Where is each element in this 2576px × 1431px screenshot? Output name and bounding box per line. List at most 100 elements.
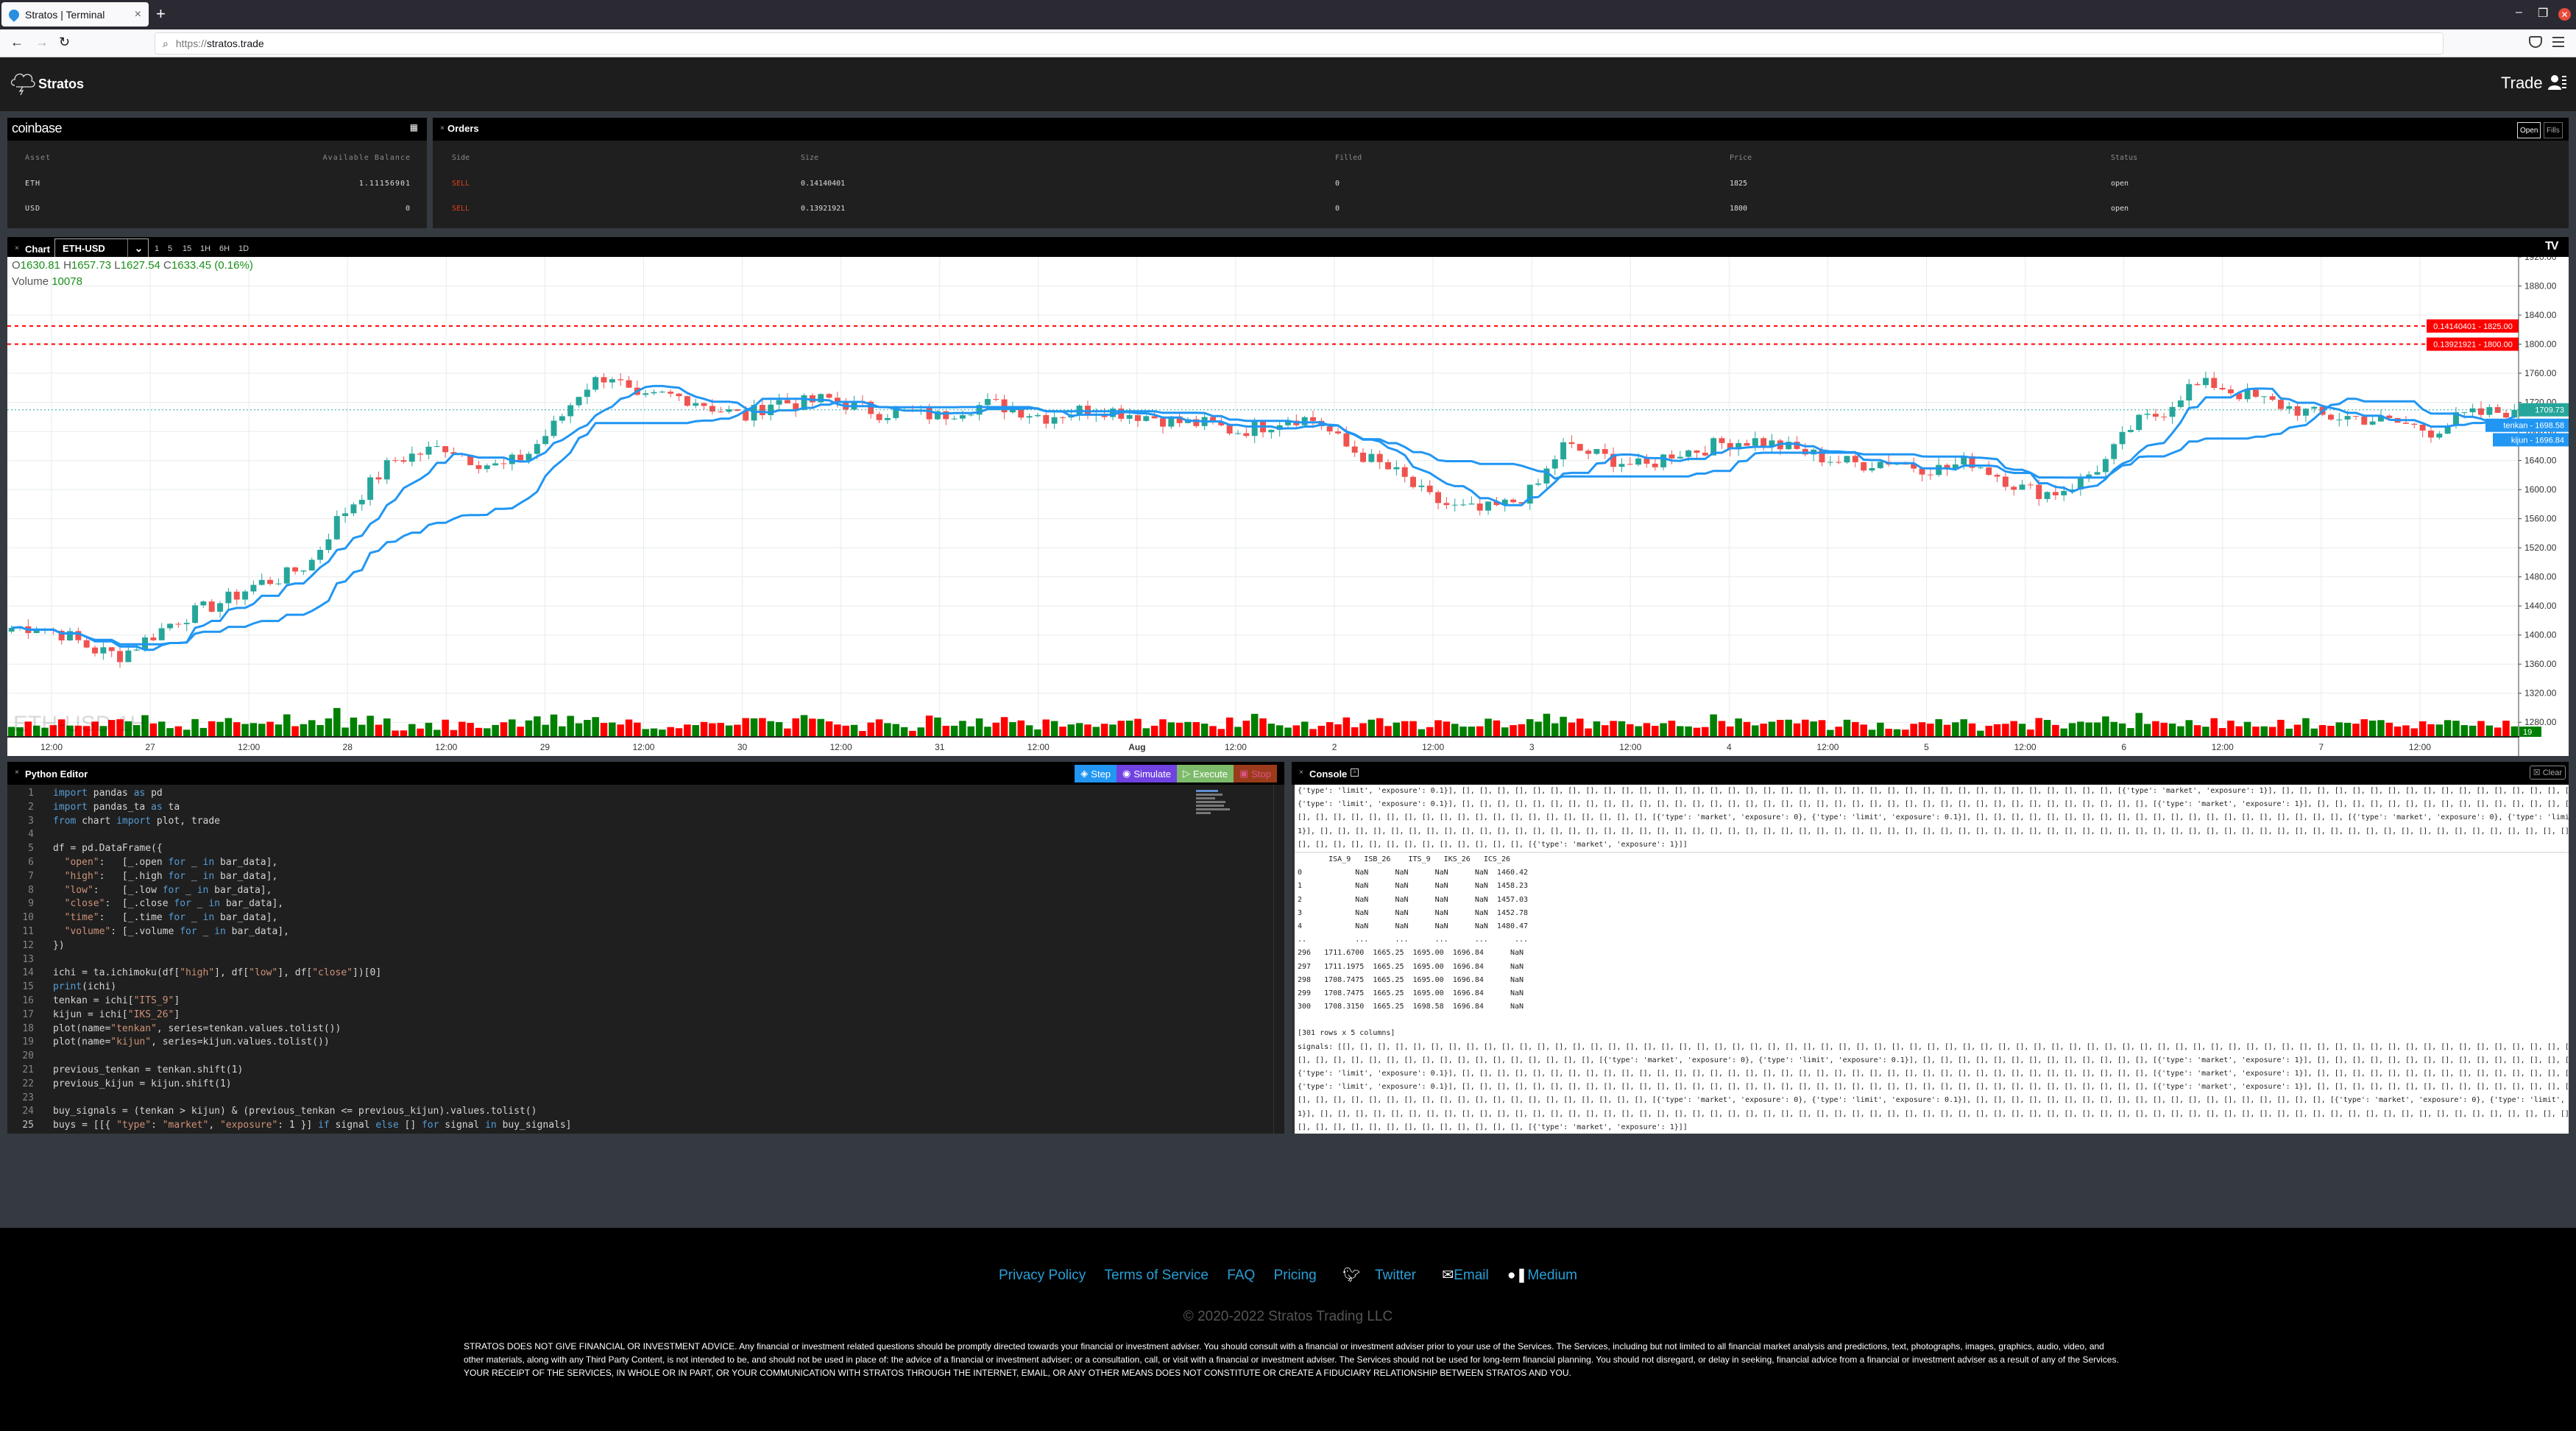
code-line[interactable]: 9 "close": [_.close for _ in bar_data],: [7, 897, 1259, 911]
menu-icon[interactable]: [2552, 37, 2564, 50]
y-tick-label: 1560.00: [2524, 514, 2557, 524]
line-number: 14: [22, 967, 34, 979]
forward-icon[interactable]: →: [35, 35, 49, 50]
terms-of-service-link[interactable]: Terms of Service: [1105, 1268, 1209, 1283]
reload-icon[interactable]: ↻: [59, 35, 70, 50]
brand-name[interactable]: Stratos: [38, 77, 84, 92]
grid-icon[interactable]: ▦: [410, 122, 418, 132]
clear-console-button[interactable]: ☒ Clear: [2529, 766, 2566, 780]
close-tab-icon[interactable]: ×: [135, 8, 141, 21]
code-line[interactable]: 4: [7, 828, 1259, 842]
code-line[interactable]: 5 df = pd.DataFrame({: [7, 842, 1259, 856]
code-editor[interactable]: 1 import pandas as pd 2 import pandas_ta as…: [7, 785, 1259, 1134]
minimize-icon[interactable]: –: [2516, 6, 2522, 19]
code-line[interactable]: 17 kijun = ichi["IKS_26"]: [7, 1008, 1259, 1022]
editor-minimap[interactable]: [1196, 790, 1233, 827]
pocket-icon[interactable]: [2529, 36, 2542, 48]
volume-bar: [325, 718, 333, 737]
console-output[interactable]: {'type': 'limit', 'exposure': 0.1}], [],…: [1292, 785, 2569, 1134]
volume-bar: [1367, 719, 1376, 737]
y-tick-label: 1920.00: [2524, 257, 2557, 262]
price-chart[interactable]: 12:00 27 12:00 28 12:00 29 12:00 30 12:00 31 12:00…: [7, 257, 2569, 756]
pricing-link[interactable]: Pricing: [1274, 1268, 1317, 1283]
code-line[interactable]: 10 "time": [_.time for _ in bar_data],: [7, 911, 1259, 925]
line-number: 3: [28, 815, 34, 827]
code-line[interactable]: 11 "volume": [_.volume for _ in bar_data…: [7, 925, 1259, 939]
back-icon[interactable]: ←: [10, 35, 24, 50]
volume-bar: [1468, 727, 1476, 737]
candle-body: [2294, 406, 2301, 416]
volume-bar: [2435, 724, 2444, 737]
code-line[interactable]: 25 buys = [[{ "type": "market", "exposure…: [7, 1119, 1259, 1133]
tradingview-logo-icon[interactable]: TV: [2545, 240, 2559, 253]
code-line[interactable]: 7 "high": [_.high for _ in bar_data],: [7, 870, 1259, 884]
twitter-link[interactable]: 🐦︎ Twitter: [1335, 1268, 1423, 1283]
code-line[interactable]: 12}): [7, 939, 1259, 953]
volume-bar: [291, 726, 299, 737]
chart-header: × Chart ETH-USD ⌄ 1 5 15 1H 6H 1D TV: [7, 237, 2569, 258]
layers-icon: ◈: [1080, 768, 1089, 779]
code-line[interactable]: 20: [7, 1050, 1259, 1064]
user-list-icon[interactable]: [2548, 74, 2567, 91]
candle-body: [534, 444, 540, 454]
privacy-policy-link[interactable]: Privacy Policy: [999, 1268, 1086, 1283]
x-tick-label: 12:00: [40, 742, 63, 752]
code-line[interactable]: 13: [7, 953, 1259, 967]
code-line[interactable]: 1 import pandas as pd: [7, 787, 1259, 801]
new-tab-button[interactable]: +: [156, 4, 166, 24]
code-line[interactable]: 14 ichi = ta.ichimoku(df["high"], df["low…: [7, 967, 1259, 981]
timeframe-5m[interactable]: 5: [168, 244, 172, 253]
column-header-side: Side: [452, 154, 470, 162]
code-line[interactable]: 24 buy_signals = (tenkan > kijun) & (prev…: [7, 1105, 1259, 1119]
code-line[interactable]: 16 tenkan = ichi["ITS_9"]: [7, 994, 1259, 1008]
restore-icon[interactable]: ❐: [2538, 6, 2548, 21]
console-line: [], [], [], [], [], [], [], [], [], [], …: [1298, 1123, 1688, 1131]
candle-body: [1986, 467, 1992, 476]
code-line[interactable]: 8 "low": [_.low for _ in bar_data],: [7, 884, 1259, 898]
volume-bar: [909, 730, 916, 737]
symbol-select[interactable]: ETH-USD ⌄: [54, 239, 149, 258]
stop-button[interactable]: ▣ Stop: [1233, 765, 1277, 782]
faq-link[interactable]: FAQ: [1227, 1268, 1255, 1283]
timeframe-1h[interactable]: 1H: [200, 244, 210, 253]
timeframe-6h[interactable]: 6H: [219, 244, 230, 253]
fills-tab[interactable]: Fills: [2544, 122, 2563, 138]
close-panel-icon[interactable]: ×: [1299, 768, 1303, 777]
open-orders-tab[interactable]: Open: [2517, 122, 2541, 138]
simulate-button[interactable]: ◉ Simulate: [1117, 765, 1177, 782]
close-panel-icon[interactable]: ×: [15, 768, 19, 777]
step-label: Step: [1091, 768, 1111, 780]
candle-body: [250, 584, 257, 592]
candle-body: [200, 601, 207, 606]
code-line[interactable]: 19 plot(name="kijun", series=kijun.values…: [7, 1036, 1259, 1050]
code-line[interactable]: 3 from chart import plot, trade: [7, 815, 1259, 829]
code-line[interactable]: 15 print(ichi): [7, 981, 1259, 994]
app-header: Stratos Trade: [0, 57, 2576, 111]
code-line[interactable]: 23: [7, 1092, 1259, 1106]
code-line[interactable]: 18 plot(name="tenkan", series=tenkan.valu…: [7, 1022, 1259, 1036]
email-link[interactable]: ✉Email: [1442, 1268, 1488, 1283]
volume-bar: [283, 714, 291, 737]
code-line[interactable]: 21 previous_tenkan = tenkan.shift(1): [7, 1064, 1259, 1078]
candle-body: [375, 477, 382, 480]
medium-link[interactable]: ●❚Medium: [1507, 1268, 1577, 1283]
execute-button[interactable]: ▷ Execute: [1176, 765, 1234, 782]
timeframe-1d[interactable]: 1D: [238, 244, 249, 253]
volume-bar: [959, 721, 966, 737]
chevron-down-icon[interactable]: ⌄: [127, 239, 149, 258]
address-bar[interactable]: ⌕ https://stratos.trade: [155, 32, 2444, 54]
code-line[interactable]: 2 import pandas_ta as ta: [7, 801, 1259, 815]
close-panel-icon[interactable]: ×: [440, 124, 445, 132]
code-line[interactable]: 22 previous_kijun = kijun.shift(1): [7, 1078, 1259, 1092]
code-line[interactable]: 6 "open": [_.open for _ in bar_data],: [7, 856, 1259, 870]
timeframe-1m[interactable]: 1: [155, 244, 159, 253]
nav-trade-link[interactable]: Trade: [2501, 74, 2543, 93]
timeframe-15m[interactable]: 15: [183, 244, 191, 253]
volume-bar: [1275, 725, 1284, 737]
editor-scrollbar[interactable]: [1273, 785, 1274, 1134]
step-button[interactable]: ◈ Step: [1075, 765, 1117, 782]
window-close-icon[interactable]: ✕: [2558, 8, 2571, 21]
stratos-logo-icon[interactable]: [9, 66, 38, 96]
close-panel-icon[interactable]: ×: [15, 244, 19, 252]
browser-tab[interactable]: Stratos | Terminal ×: [1, 2, 149, 26]
